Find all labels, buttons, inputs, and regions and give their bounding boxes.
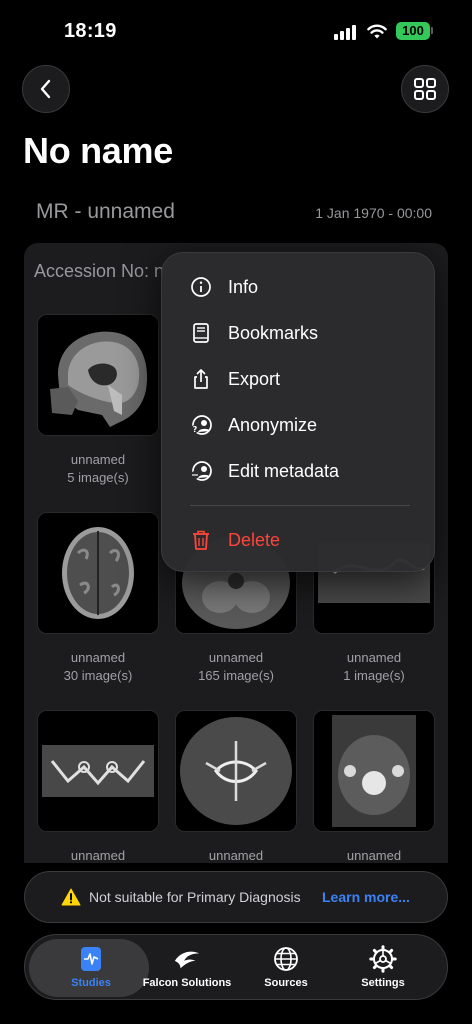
tab-bar: Studies Falcon Solutions Sources Setting… (24, 934, 448, 1000)
book-icon (190, 322, 212, 344)
menu-item-edit-metadata[interactable]: Edit metadata (162, 451, 436, 491)
menu-item-anonymize[interactable]: ? Anonymize (162, 405, 436, 445)
menu-item-label: Bookmarks (228, 322, 319, 343)
axial-brain-image (38, 513, 158, 633)
edit-metadata-icon (190, 460, 212, 482)
clock: 18:19 (64, 20, 117, 42)
series-name: unnamed (208, 848, 264, 863)
menu-item-delete[interactable]: Delete (162, 520, 436, 560)
trash-icon (190, 529, 212, 551)
menu-item-export[interactable]: Export (162, 359, 436, 399)
series-caption: unnamed 5 image(s) (28, 451, 168, 487)
tab-label: Settings (361, 977, 405, 989)
menu-item-label: Edit metadata (228, 460, 340, 481)
battery-indicator: 100 (396, 22, 430, 40)
sagittal-brain-image (38, 315, 158, 435)
series-name: unnamed (346, 650, 402, 665)
warning-icon (61, 888, 81, 906)
back-button[interactable] (22, 65, 70, 113)
series-thumbnail[interactable] (37, 314, 159, 436)
waveform-doc-icon (77, 945, 105, 973)
series-thumbnail[interactable] (37, 512, 159, 634)
globe-icon (272, 945, 300, 973)
share-icon (190, 368, 212, 390)
wifi-icon (367, 24, 387, 39)
angiography-image (38, 711, 158, 831)
image-count: 30 image(s) (63, 668, 133, 683)
series-name: unnamed (346, 848, 402, 863)
series-thumbnail[interactable] (313, 710, 435, 832)
warning-text: Not suitable for Primary Diagnosis (89, 889, 301, 905)
series-name: unnamed (208, 650, 264, 665)
series-caption: unnamed 1 image(s) (304, 649, 444, 685)
image-count: 1 image(s) (343, 668, 405, 683)
series-caption: unnamed (166, 847, 306, 863)
menu-item-label: Export (228, 368, 281, 389)
series-date: 1 Jan 1970 - 00:00 (315, 205, 432, 221)
series-thumbnail[interactable] (175, 710, 297, 832)
chevron-left-icon (40, 79, 51, 99)
menu-item-info[interactable]: Info (162, 267, 436, 307)
page-title: No name (23, 130, 173, 171)
context-menu: Info Bookmarks Export ? Anonymize Edit m… (161, 252, 435, 572)
axial-t2-image (314, 711, 434, 831)
series-name: unnamed (70, 848, 126, 863)
menu-item-label: Info (228, 276, 259, 297)
image-count: 5 image(s) (67, 470, 129, 485)
image-count: 165 image(s) (198, 668, 274, 683)
accession-number: Accession No: n (34, 261, 165, 281)
series-caption: unnamed 30 image(s) (28, 649, 168, 685)
anonymize-icon: ? (190, 414, 212, 436)
axial-angiography-image (176, 711, 296, 831)
info-icon (190, 276, 212, 298)
series-thumbnail[interactable] (37, 710, 159, 832)
grid-view-button[interactable] (401, 65, 449, 113)
status-bar: 18:19 100 (0, 0, 472, 60)
menu-item-label: Anonymize (228, 414, 318, 435)
menu-item-label: Delete (228, 529, 281, 550)
series-caption: unnamed (304, 847, 444, 863)
series-caption: unnamed (28, 847, 168, 863)
falcon-icon (173, 945, 201, 973)
svg-text:?: ? (193, 425, 198, 434)
series-name: unnamed (70, 650, 126, 665)
menu-divider (190, 505, 410, 506)
battery-tip (431, 27, 433, 34)
series-caption: unnamed 165 image(s) (166, 649, 306, 685)
learn-more-link[interactable]: Learn more... (322, 889, 410, 905)
cellular-signal-icon (334, 24, 358, 40)
grid-icon (414, 78, 436, 100)
diagnosis-warning-banner: Not suitable for Primary Diagnosis Learn… (24, 871, 448, 923)
series-name: unnamed (70, 452, 126, 467)
menu-item-bookmarks[interactable]: Bookmarks (162, 313, 436, 353)
tab-settings[interactable]: Settings (331, 941, 435, 995)
gear-icon (369, 945, 397, 973)
series-title: MR - unnamed (36, 200, 175, 223)
